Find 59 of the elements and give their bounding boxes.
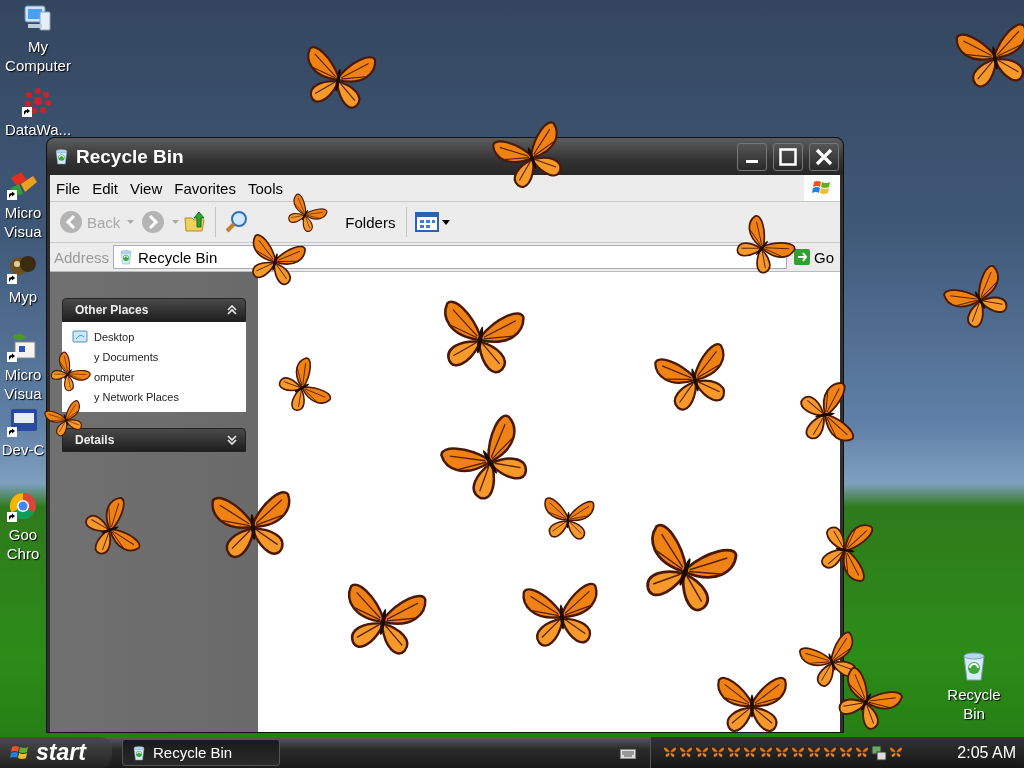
window-title: Recycle Bin — [76, 145, 185, 168]
address-field[interactable]: Recycle Bin — [113, 245, 787, 269]
menu-item[interactable]: View — [124, 179, 169, 197]
clock[interactable]: 2:05 AM — [957, 743, 1016, 762]
menu-item[interactable]: File — [50, 179, 87, 197]
butterfly-icon[interactable] — [743, 746, 757, 759]
close-button[interactable] — [809, 142, 839, 171]
keyboard-icon[interactable] — [620, 746, 636, 759]
desktop-icon-label[interactable]: Micro Visua — [4, 365, 42, 403]
butterfly-icon[interactable] — [727, 746, 741, 759]
program-icon[interactable] — [22, 2, 54, 34]
butterfly-icon[interactable] — [695, 746, 709, 759]
butterfly-icon[interactable] — [807, 746, 821, 759]
place-link[interactable]: y Documents — [94, 351, 159, 363]
recycle-bin-icon — [53, 148, 70, 165]
task-pane-header[interactable]: Other Places — [62, 298, 246, 322]
desktop-icon-label[interactable]: Recycle Bin — [947, 685, 1001, 723]
butterfly-icon[interactable] — [839, 746, 853, 759]
maximize-button[interactable] — [773, 142, 803, 171]
butterfly-icon[interactable] — [791, 746, 805, 759]
desktop-icon-label[interactable]: Micro Visua — [4, 203, 42, 241]
maximize-icon — [779, 147, 797, 166]
minimize-button[interactable] — [737, 142, 767, 171]
butterfly-icon[interactable] — [759, 746, 773, 759]
place-link[interactable]: omputer — [94, 371, 135, 383]
start-button[interactable]: start — [0, 737, 112, 768]
desktop-icon-label[interactable]: Myp — [8, 287, 38, 306]
go-button[interactable]: Go — [791, 248, 836, 266]
butterfly-icon[interactable] — [889, 746, 903, 759]
minimize-icon — [746, 160, 758, 163]
network-icon[interactable] — [871, 744, 887, 761]
butterfly-icon[interactable] — [775, 746, 789, 759]
recycle-bin-icon — [118, 249, 135, 265]
collapse-chevron-icon[interactable] — [227, 305, 237, 315]
desktop-icon-label[interactable]: My Computer — [5, 37, 71, 75]
task-pane-header[interactable]: Details — [62, 428, 246, 452]
desktop-icon-label[interactable]: Goo Chro — [6, 525, 40, 563]
close-icon — [815, 147, 833, 166]
program-icon[interactable] — [22, 85, 54, 117]
butterfly-icon[interactable] — [855, 746, 869, 759]
butterfly-icon[interactable] — [711, 746, 725, 759]
menu-item[interactable]: Edit — [86, 179, 125, 197]
recycle-bin-icon — [131, 744, 147, 761]
task-pane-title: Details — [75, 433, 115, 447]
taskbar-button[interactable]: Recycle Bin — [122, 739, 280, 766]
address-label: Address — [54, 248, 110, 266]
menu-item[interactable]: Favorites — [168, 179, 242, 197]
place-link[interactable]: Desktop — [94, 331, 135, 343]
butterfly-icon[interactable] — [663, 746, 677, 759]
butterfly-icon[interactable] — [679, 746, 693, 759]
folder-up-icon[interactable] — [183, 210, 208, 234]
task-pane-title: Other Places — [75, 303, 149, 317]
views-icon[interactable] — [415, 211, 452, 233]
desktop-icon-label[interactable]: DataWa... — [4, 120, 72, 139]
folders-button[interactable]: Folders — [342, 211, 399, 233]
expand-chevron-icon[interactable] — [227, 435, 237, 445]
place-link[interactable]: y Network Places — [94, 391, 179, 403]
butterfly-icon[interactable] — [823, 746, 837, 759]
menu-item[interactable]: Tools — [241, 179, 289, 197]
